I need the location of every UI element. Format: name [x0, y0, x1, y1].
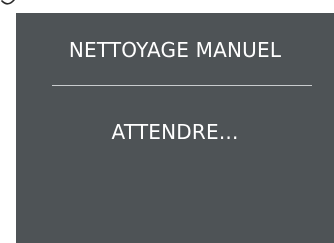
screen-title: NETTOYAGE MANUEL: [68, 38, 282, 62]
status-message: ATTENDRE...: [111, 120, 239, 144]
corner-mark: [1, 0, 15, 5]
title-divider: [52, 85, 312, 86]
display-screen: NETTOYAGE MANUEL ATTENDRE...: [16, 13, 334, 243]
